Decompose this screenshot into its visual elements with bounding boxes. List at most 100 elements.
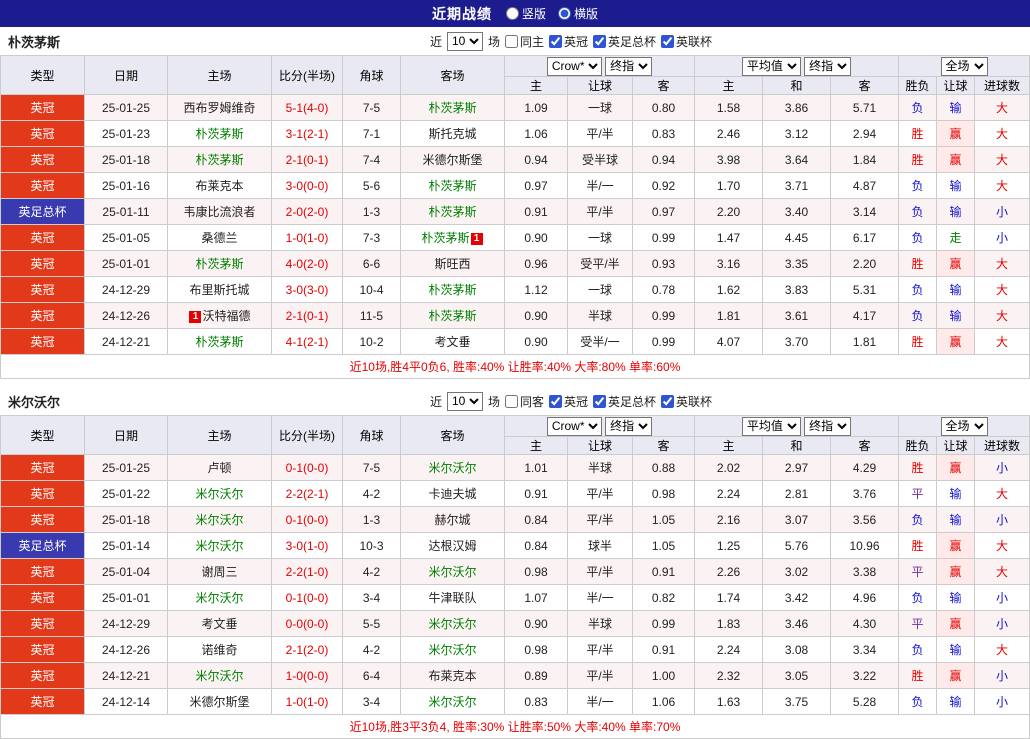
championship-checkbox[interactable]: [549, 34, 562, 48]
avg-draw-odds: 3.46: [762, 610, 831, 637]
col-type: 类型: [0, 55, 85, 95]
handicap: 半球: [567, 610, 633, 637]
home-team: 卢顿: [167, 454, 272, 481]
league-badge: 英足总杯: [0, 198, 85, 225]
result-handicap: 赢: [936, 250, 976, 277]
result-handicap: 输: [936, 172, 976, 199]
handicap: 一球: [567, 224, 633, 251]
facup-checkbox[interactable]: [593, 34, 607, 48]
team-label: 谢周三: [201, 565, 238, 579]
col-asian-away: 客: [632, 76, 695, 95]
layout-option-horizontal[interactable]: 横版: [558, 5, 598, 22]
away-team: 米尔沃尔: [400, 610, 505, 637]
avg-away-odds: 4.96: [829, 584, 900, 611]
home-team: 朴茨茅斯: [167, 250, 272, 277]
col-handicap-result: 让球: [936, 76, 976, 95]
match-row: 英冠 25-01-05 桑德兰 1-0(1-0) 7-3 朴茨茅斯 1 0.90 一球 0.99 1…: [0, 224, 1030, 251]
match-date: 24-12-26: [84, 636, 168, 663]
team-label: 米尔沃尔: [195, 591, 244, 605]
league-badge: 英冠: [0, 172, 85, 199]
europe-odds-time-select[interactable]: 终指: [804, 56, 852, 76]
match-row: 英足总杯 25-01-11 韦康比流浪者 2-0(2-0) 1-3 朴茨茅斯 0.91 平/半…: [0, 198, 1030, 225]
result-handicap: 赢: [936, 558, 976, 585]
result-goals: 大: [974, 480, 1030, 507]
asian-away-odds: 0.97: [632, 198, 695, 225]
avg-draw-odds: 3.08: [762, 636, 831, 663]
team-filterbar: 朴茨茅斯 近 10 场 同主 英冠 英足总杯 英联杯: [0, 27, 1030, 55]
corners: 10-3: [342, 532, 401, 559]
topbar: 近期战绩 竖版 横版: [0, 0, 1030, 27]
scope-select[interactable]: 全场: [940, 416, 988, 436]
vertical-radio[interactable]: [505, 7, 519, 20]
same-side-checkbox[interactable]: [504, 394, 518, 408]
bookmaker-select[interactable]: Crow*: [546, 416, 602, 436]
col-odds-draw: 和: [762, 76, 831, 95]
handicap: 平/半: [567, 636, 633, 663]
league-filter-eflcup[interactable]: 英联杯: [661, 393, 712, 410]
match-date: 25-01-22: [84, 480, 168, 507]
asian-odds-time-select[interactable]: 终指: [605, 56, 653, 76]
avg-home-odds: 2.02: [694, 454, 763, 481]
away-team: 米尔沃尔: [400, 636, 505, 663]
home-team: 米德尔斯堡: [167, 688, 272, 715]
europe-odds-header: 平均值 终指: [693, 415, 900, 437]
score: 5-1(4-0): [271, 94, 343, 121]
league-badge: 英冠: [0, 610, 85, 637]
filters: 近 10 场 同客 英冠 英足总杯 英联杯: [430, 391, 712, 411]
handicap: 受平/半: [567, 250, 633, 277]
league-filter-championship[interactable]: 英冠: [549, 33, 588, 50]
summary-text: 近10场,胜3平3负4, 胜率:30% 让胜率:50% 大率:40% 单率:70…: [0, 714, 1030, 739]
result-outcome: 负: [898, 302, 938, 329]
layout-option-vertical[interactable]: 竖版: [505, 5, 546, 22]
col-odds-home: 主: [694, 76, 763, 95]
eflcup-checkbox[interactable]: [661, 34, 675, 48]
score: 0-1(0-0): [271, 584, 343, 611]
league-filter-facup[interactable]: 英足总杯: [593, 393, 656, 410]
result-outcome: 负: [898, 172, 938, 199]
away-team: 朴茨茅斯: [400, 276, 505, 303]
team-label: 米尔沃尔: [195, 539, 244, 553]
team-label: 米德尔斯堡: [189, 695, 250, 709]
match-row: 英冠 25-01-04 谢周三 2-2(1-0) 4-2 米尔沃尔 0.98 平/半 0.91 2…: [0, 558, 1030, 585]
same-side-filter[interactable]: 同客: [504, 393, 544, 410]
eflcup-checkbox[interactable]: [661, 394, 675, 408]
same-side-filter[interactable]: 同主: [504, 33, 544, 50]
match-row: 英冠 25-01-25 卢顿 0-1(0-0) 7-5 米尔沃尔 1.01 半球 0.88 2.0…: [0, 454, 1030, 481]
league-filter-facup[interactable]: 英足总杯: [593, 33, 656, 50]
facup-checkbox[interactable]: [593, 394, 607, 408]
result-outcome: 平: [898, 610, 938, 637]
match-count-select[interactable]: 10: [446, 31, 483, 51]
team-label: 朴茨茅斯: [428, 205, 477, 219]
asian-home-odds: 0.91: [504, 198, 568, 225]
result-outcome: 负: [898, 584, 938, 611]
same-side-checkbox[interactable]: [504, 34, 518, 48]
handicap: 一球: [567, 94, 633, 121]
asian-away-odds: 0.92: [632, 172, 695, 199]
score: 4-1(2-1): [271, 328, 343, 355]
horizontal-radio[interactable]: [558, 7, 571, 20]
result-handicap: 输: [936, 584, 976, 611]
asian-home-odds: 1.09: [504, 94, 568, 121]
match-count-select[interactable]: 10: [446, 391, 483, 411]
league-badge: 英冠: [0, 328, 85, 355]
team-label: 朴茨茅斯: [428, 283, 477, 297]
near-label: 近: [429, 34, 442, 49]
league-filter-eflcup[interactable]: 英联杯: [661, 33, 712, 50]
europe-odds-time-select[interactable]: 终指: [804, 416, 852, 436]
average-select[interactable]: 平均值: [741, 416, 801, 436]
team-label: 韦康比流浪者: [183, 205, 256, 219]
asian-home-odds: 0.91: [504, 480, 568, 507]
asian-away-odds: 0.82: [632, 584, 695, 611]
league-filter-championship[interactable]: 英冠: [549, 393, 588, 410]
col-result: 胜负: [898, 76, 938, 95]
away-team: 米尔沃尔: [400, 454, 505, 481]
average-select[interactable]: 平均值: [741, 56, 801, 76]
team-label: 达根汉姆: [428, 539, 477, 553]
avg-away-odds: 4.30: [829, 610, 900, 637]
asian-odds-time-select[interactable]: 终指: [605, 416, 653, 436]
bookmaker-select[interactable]: Crow*: [546, 56, 602, 76]
championship-checkbox[interactable]: [549, 394, 562, 408]
asian-home-odds: 0.84: [504, 532, 568, 559]
avg-draw-odds: 3.75: [762, 688, 831, 715]
scope-select[interactable]: 全场: [940, 56, 988, 76]
